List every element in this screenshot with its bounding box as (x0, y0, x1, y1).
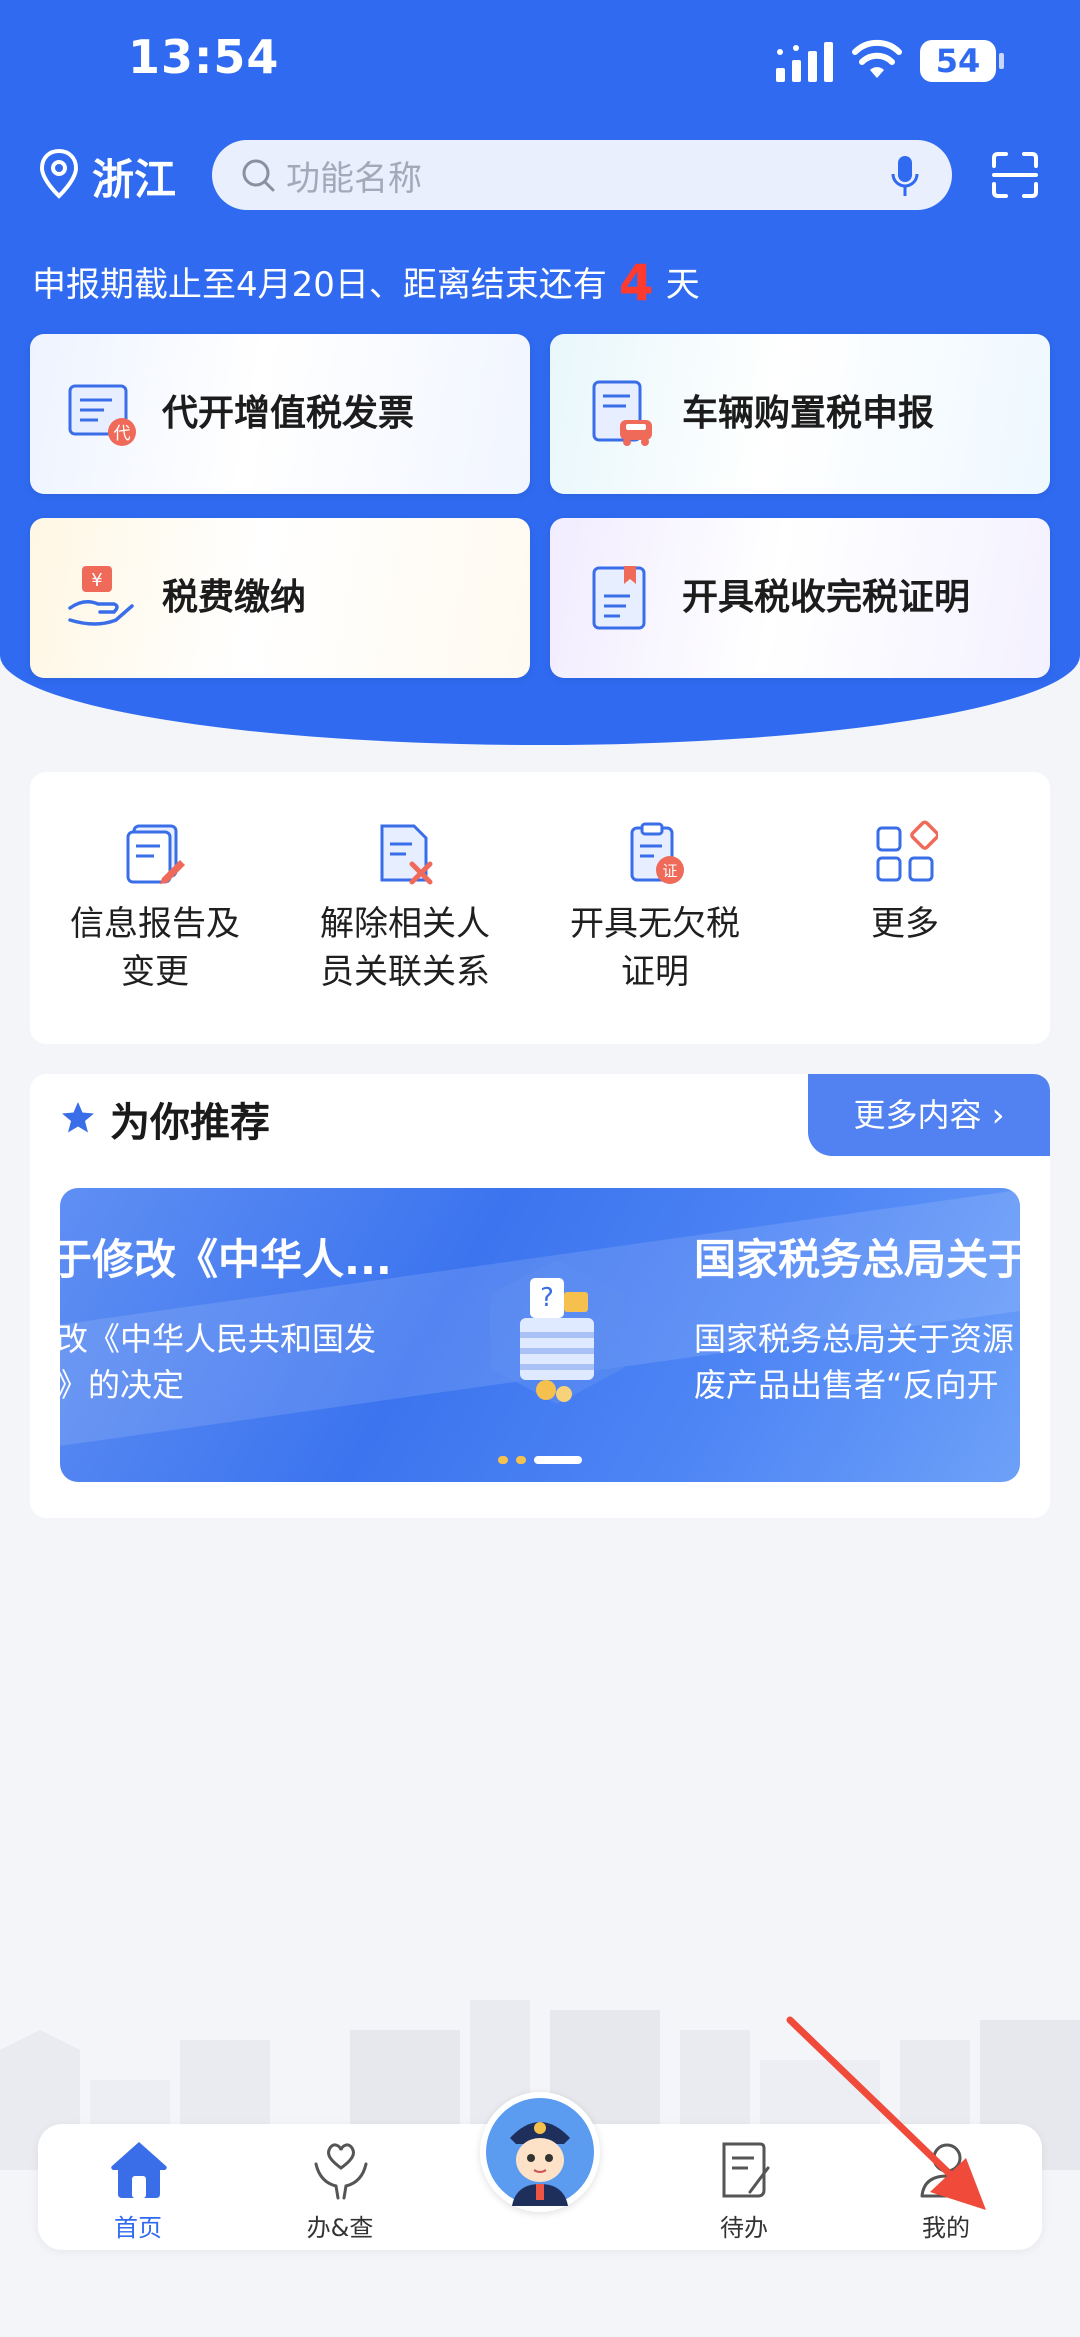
service-label: 更多 (871, 904, 939, 944)
tab-label: 首页 (114, 2214, 162, 2242)
no-arrears-cert-icon: 证 (630, 822, 684, 884)
svg-text:证: 证 (662, 862, 677, 880)
assistant-avatar-button[interactable] (480, 2092, 600, 2212)
chevron-right-icon: › (991, 1096, 1005, 1134)
services-panel: 信息报告及 变更 解除相关人 员关联关系 证 开具无欠税 证明 更多 (30, 772, 1050, 1044)
annotation-arrow (786, 2016, 986, 2210)
tab-label: 办&查 (306, 2214, 374, 2242)
scan-icon[interactable] (990, 150, 1040, 200)
status-time: 13:54 (128, 30, 280, 84)
carousel-dot-active (534, 1456, 582, 1464)
card-proxy-vat-invoice[interactable]: 代 代开增值税发票 (30, 334, 530, 494)
recommend-section: 为你推荐 更多内容 › 于修改《中华人... 改《中华人民共和国发 》的决定 ?… (30, 1074, 1050, 1518)
card-label: 税费缴纳 (162, 577, 307, 618)
heart-hand-icon (314, 2143, 368, 2200)
todo-document-icon (722, 2142, 770, 2198)
tax-officer-avatar-icon (486, 2098, 594, 2206)
microphone-icon[interactable] (890, 154, 920, 198)
deadline-notice: 申报期截止至4月20日、距离结束还有 4 天 (32, 254, 700, 312)
ballot-box-illustration: ? (490, 1260, 624, 1404)
search-placeholder: 功能名称 (286, 159, 422, 199)
location-pin-icon[interactable] (38, 148, 80, 200)
service-no-arrears-certificate[interactable]: 证 开具无欠税 证明 (530, 772, 780, 1044)
banner-left-subtitle: 改《中华人民共和国发 》的决定 (60, 1320, 377, 1404)
card-tax-payment[interactable]: ¥ 税费缴纳 (30, 518, 530, 678)
service-unlink-related-persons[interactable]: 解除相关人 员关联关系 (280, 772, 530, 1044)
status-bar: 13:54 54 (0, 0, 1080, 130)
unlink-relation-icon (380, 824, 433, 885)
star-icon (62, 1102, 94, 1133)
card-vehicle-purchase-tax[interactable]: 车辆购置税申报 (550, 334, 1050, 494)
recommend-banner-carousel[interactable]: 于修改《中华人... 改《中华人民共和国发 》的决定 ? 国家税务总局关于 国家… (60, 1188, 1020, 1482)
card-label: 代开增值税发票 (162, 393, 415, 434)
card-tax-clearance-certificate[interactable]: 开具税收完税证明 (550, 518, 1050, 678)
card-label: 车辆购置税申报 (682, 393, 935, 434)
home-indicator-area (0, 2276, 1080, 2337)
deadline-days: 4 (618, 254, 654, 312)
home-icon (111, 2142, 167, 2198)
deadline-prefix: 申报期截止至4月20日、距离结束还有 (32, 265, 607, 305)
battery-indicator: 54 (920, 40, 1004, 82)
vehicle-tax-icon (592, 380, 652, 446)
recommend-title: 为你推荐 (110, 1100, 270, 1146)
tab-home[interactable]: 首页 (58, 2124, 218, 2250)
more-content-button[interactable]: 更多内容 › (808, 1074, 1050, 1156)
invoice-proxy-icon: 代 (68, 384, 136, 446)
wifi-icon (852, 39, 902, 78)
service-label: 信息报告及 变更 (70, 904, 240, 992)
carousel-dot (516, 1456, 526, 1464)
service-info-report-change[interactable]: 信息报告及 变更 (30, 772, 280, 1044)
carousel-dot (498, 1456, 508, 1464)
search-icon (242, 159, 275, 192)
info-report-icon (126, 824, 185, 884)
card-label: 开具税收完税证明 (682, 577, 971, 618)
search-input[interactable]: 功能名称 (212, 140, 952, 210)
more-grid-icon (876, 820, 938, 882)
tab-handle-query[interactable]: 办&查 (260, 2124, 420, 2250)
service-label: 解除相关人 员关联关系 (320, 904, 490, 992)
tax-payment-icon: ¥ (68, 566, 134, 626)
svg-text:代: 代 (114, 424, 131, 444)
banner-right-subtitle: 国家税务总局关于资源 废产品出售者“反向开 (694, 1320, 1015, 1404)
svg-text:¥: ¥ (91, 570, 102, 591)
service-label: 开具无欠税 证明 (570, 904, 740, 992)
location-selector[interactable]: 浙江 (92, 146, 176, 207)
deadline-suffix: 天 (665, 265, 700, 305)
top-bar: 浙江 功能名称 (0, 140, 1080, 212)
cellular-signal-icon (776, 42, 833, 82)
service-more[interactable]: 更多 (780, 772, 1030, 1044)
banner-left-title[interactable]: 于修改《中华人... (60, 1226, 392, 1287)
tax-certificate-icon (592, 566, 646, 630)
banner-right-title[interactable]: 国家税务总局关于 (694, 1226, 1020, 1287)
svg-text:?: ? (540, 1283, 554, 1313)
